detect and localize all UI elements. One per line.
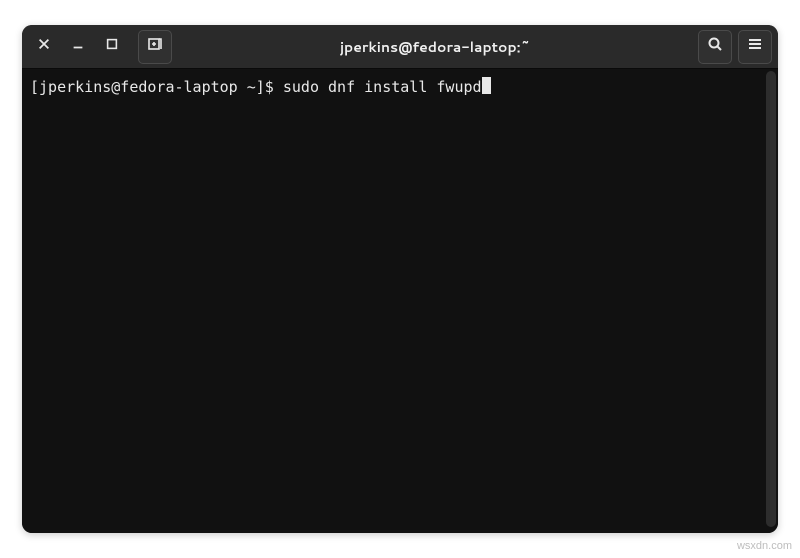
new-tab-icon — [147, 36, 163, 57]
titlebar-actions — [698, 30, 772, 64]
prompt: [jperkins@fedora-laptop ~]$ — [30, 78, 283, 98]
cursor — [482, 77, 491, 94]
new-tab-button[interactable] — [138, 30, 172, 64]
command-text: sudo dnf install fwupd — [283, 78, 482, 98]
titlebar: jperkins@fedora-laptop:~ — [22, 25, 778, 69]
search-icon — [707, 36, 723, 57]
window-controls — [28, 30, 172, 64]
close-button[interactable] — [28, 31, 60, 63]
maximize-icon — [105, 37, 119, 56]
minimize-button[interactable] — [62, 31, 94, 63]
watermark: wsxdn.com — [737, 540, 792, 552]
scrollbar[interactable] — [766, 71, 776, 527]
hamburger-menu-icon — [747, 36, 763, 57]
menu-button[interactable] — [738, 30, 772, 64]
terminal-area[interactable]: [jperkins@fedora-laptop ~]$ sudo dnf ins… — [22, 69, 778, 533]
terminal-window: jperkins@fedora-laptop:~ — [22, 25, 778, 533]
maximize-button[interactable] — [96, 31, 128, 63]
window-title: jperkins@fedora-laptop:~ — [172, 37, 698, 57]
close-icon — [37, 37, 51, 56]
search-button[interactable] — [698, 30, 732, 64]
terminal-line: [jperkins@fedora-laptop ~]$ sudo dnf ins… — [30, 75, 770, 98]
minimize-icon — [71, 37, 85, 56]
